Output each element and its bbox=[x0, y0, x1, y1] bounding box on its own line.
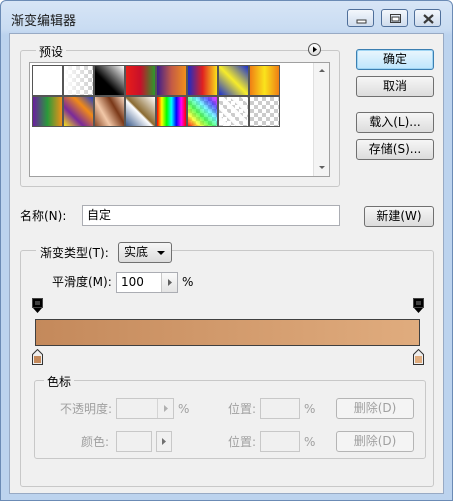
window-title: 渐变编辑器 bbox=[11, 14, 77, 29]
opacity-location-unit: % bbox=[304, 402, 316, 416]
name-input[interactable]: 自定 bbox=[82, 205, 340, 226]
opacity-unit: % bbox=[178, 402, 190, 416]
presets-label: 预设 bbox=[36, 43, 67, 60]
opacity-label: 不透明度: bbox=[60, 402, 113, 416]
color-location-label: 位置: bbox=[228, 435, 257, 449]
scroll-up-icon bbox=[319, 69, 325, 72]
presets-scrollbar[interactable] bbox=[313, 63, 329, 176]
color-location-input[interactable] bbox=[260, 431, 300, 452]
play-small-icon bbox=[162, 438, 166, 445]
load-button[interactable]: 载入(L)... bbox=[356, 112, 434, 133]
preset-swatch-spectrum[interactable] bbox=[156, 96, 187, 127]
preset-swatch-chrome[interactable] bbox=[125, 96, 156, 127]
presets-panel bbox=[29, 62, 330, 177]
new-button[interactable]: 新建(W) bbox=[364, 206, 434, 227]
color-location-unit: % bbox=[304, 435, 316, 449]
stops-label: 色标 bbox=[44, 373, 75, 390]
smoothness-stepper[interactable] bbox=[161, 273, 177, 292]
preset-swatch-copper[interactable] bbox=[94, 96, 125, 127]
preset-swatch-transparent-rainbow[interactable] bbox=[187, 96, 218, 127]
opacity-input[interactable] bbox=[116, 398, 174, 419]
preset-swatch-yellow-violet-orange-blue[interactable] bbox=[63, 96, 94, 127]
opacity-stop-left[interactable] bbox=[32, 298, 43, 314]
scroll-down-icon bbox=[319, 166, 325, 169]
play-small-icon bbox=[168, 279, 172, 286]
gradient-bar[interactable] bbox=[35, 319, 420, 346]
opacity-stepper[interactable] bbox=[157, 399, 173, 418]
smoothness-unit: % bbox=[182, 275, 194, 289]
preset-swatch-blue-red-yellow[interactable] bbox=[187, 65, 218, 96]
gradient-type-label: 渐变类型(T): bbox=[40, 246, 109, 260]
opacity-location-label: 位置: bbox=[228, 402, 257, 416]
ok-button[interactable]: 确定 bbox=[356, 49, 434, 70]
gradient-editor-window: 渐变编辑器 预设 确定 取消 载入(L)... 存储(S)... 名称(N): … bbox=[0, 0, 453, 501]
close-button[interactable] bbox=[414, 9, 441, 27]
smoothness-value: 100 bbox=[121, 275, 144, 289]
name-label: 名称(N): bbox=[20, 209, 67, 223]
dialog-body: 预设 确定 取消 载入(L)... 存储(S)... 名称(N): 自定 新建(… bbox=[9, 33, 444, 494]
preset-swatch-violet-orange[interactable] bbox=[156, 65, 187, 96]
preset-swatch-black-white[interactable] bbox=[94, 65, 125, 96]
stop-color-menu[interactable] bbox=[156, 431, 172, 452]
delete-color-stop-button[interactable]: 删除(D) bbox=[336, 431, 414, 452]
gradient-type-value: 实底 bbox=[124, 245, 149, 259]
preset-swatch-neutral-density[interactable] bbox=[249, 96, 280, 127]
close-icon bbox=[423, 14, 434, 24]
stop-color-swatch[interactable] bbox=[116, 431, 152, 452]
maximize-icon bbox=[390, 14, 401, 23]
save-button[interactable]: 存储(S)... bbox=[356, 139, 434, 160]
opacity-location-input[interactable] bbox=[260, 398, 300, 419]
color-stop-left[interactable] bbox=[32, 348, 43, 365]
preset-swatch-foreground-to-background[interactable] bbox=[32, 65, 63, 96]
delete-opacity-stop-button[interactable]: 删除(D) bbox=[336, 398, 414, 419]
preset-swatch-orange-yellow-orange[interactable] bbox=[249, 65, 280, 96]
play-small-icon bbox=[164, 405, 168, 412]
color-label: 颜色: bbox=[81, 435, 110, 449]
preset-swatch-blue-yellow-blue[interactable] bbox=[218, 65, 249, 96]
preset-swatch-foreground-to-transparent[interactable] bbox=[63, 65, 94, 96]
opacity-stop-right[interactable] bbox=[413, 298, 424, 314]
minimize-button[interactable] bbox=[347, 9, 374, 27]
smoothness-label: 平滑度(M): bbox=[52, 275, 112, 289]
preset-swatch-transparent-stripes[interactable] bbox=[218, 96, 249, 127]
preset-swatch-violet-green-orange[interactable] bbox=[32, 96, 63, 127]
smoothness-input[interactable]: 100 bbox=[116, 272, 178, 293]
title-bar[interactable]: 渐变编辑器 bbox=[1, 1, 452, 35]
minimize-icon bbox=[356, 19, 367, 24]
color-stop-right[interactable] bbox=[413, 348, 424, 365]
chevron-down-icon bbox=[157, 251, 165, 255]
gradient-type-select[interactable]: 实底 bbox=[118, 242, 172, 263]
maximize-button[interactable] bbox=[381, 9, 408, 27]
preset-swatch-red-green[interactable] bbox=[125, 65, 156, 96]
cancel-button[interactable]: 取消 bbox=[356, 76, 434, 97]
play-menu-icon[interactable] bbox=[308, 43, 321, 56]
preset-swatches bbox=[30, 63, 314, 176]
